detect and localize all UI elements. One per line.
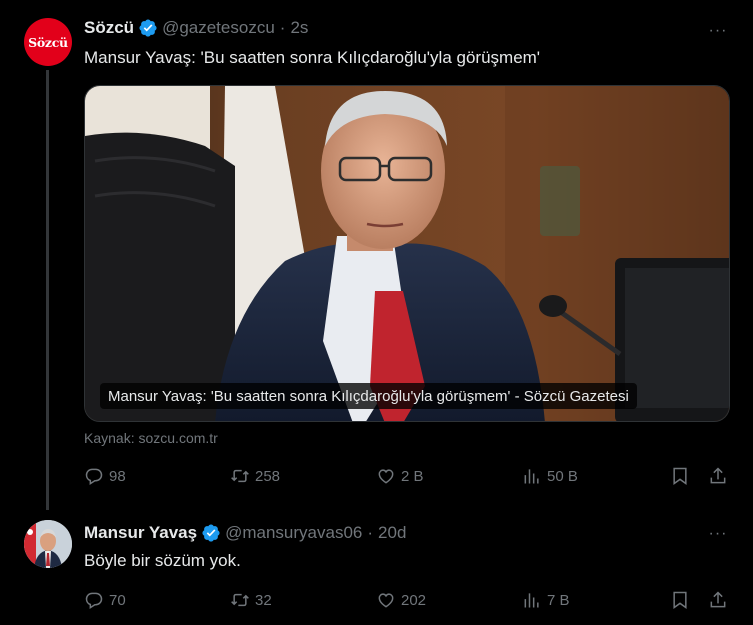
like-count: 202	[401, 591, 427, 609]
bookmark-icon	[673, 591, 687, 609]
more-icon[interactable]: ···	[707, 20, 729, 42]
retweet-count: 32	[255, 591, 272, 609]
like-count: 2 B	[401, 467, 424, 485]
bookmark-button[interactable]	[670, 590, 695, 610]
reply-icon	[85, 592, 103, 609]
share-button[interactable]	[708, 590, 733, 610]
retweet-icon	[231, 593, 249, 607]
timestamp[interactable]: 20d	[378, 523, 406, 543]
like-icon	[378, 593, 394, 608]
views-icon	[524, 593, 539, 608]
share-icon	[710, 591, 726, 608]
more-icon[interactable]: ···	[707, 523, 729, 545]
tweet-header-2: Mansur Yavaş @mansuryavas06 · 20d	[84, 523, 406, 543]
reply-button[interactable]: 98	[84, 466, 126, 486]
views-count: 50 B	[547, 467, 578, 485]
tweet-text: Böyle bir sözüm yok.	[84, 551, 241, 570]
separator-dot: ·	[279, 18, 286, 37]
display-name[interactable]: Sözcü	[84, 18, 134, 38]
display-name[interactable]: Mansur Yavaş	[84, 523, 197, 543]
views-button[interactable]: 50 B	[522, 466, 578, 486]
reply-button[interactable]: 70	[84, 590, 126, 610]
card-source[interactable]: Kaynak: sozcu.com.tr	[84, 430, 218, 446]
card-caption: Mansur Yavaş: 'Bu saatten sonra Kılıçdar…	[100, 383, 637, 409]
like-button[interactable]: 2 B	[376, 466, 424, 486]
reply-count: 98	[109, 467, 126, 485]
action-bar: 98 258 2 B 50 B	[84, 466, 730, 488]
views-icon	[524, 469, 539, 484]
avatar-logo-text: Sözcü	[28, 34, 68, 50]
timestamp[interactable]: 2s	[290, 18, 308, 38]
share-button[interactable]	[708, 466, 733, 486]
avatar-photo	[24, 520, 72, 568]
reply-count: 70	[109, 591, 126, 609]
retweet-icon	[231, 469, 249, 483]
retweet-button[interactable]: 32	[230, 590, 272, 610]
card-photo	[85, 86, 729, 421]
like-button[interactable]: 202	[376, 590, 426, 610]
like-icon	[378, 469, 394, 484]
tweet-text: Mansur Yavaş: 'Bu saatten sonra Kılıçdar…	[84, 48, 541, 67]
handle[interactable]: @mansuryavas06	[225, 523, 362, 543]
action-bar: 70 32 202 7 B	[84, 590, 730, 612]
link-card[interactable]	[84, 85, 730, 422]
bookmark-icon	[673, 467, 687, 485]
avatar-sozcu[interactable]: Sözcü	[24, 18, 72, 66]
tweet-sozcu[interactable]: Sözcü Sözcü @gazetesozcu · 2s ··· Mansur…	[0, 0, 753, 510]
verified-badge-icon	[201, 523, 221, 543]
views-button[interactable]: 7 B	[522, 590, 570, 610]
bookmark-button[interactable]	[670, 466, 695, 486]
views-count: 7 B	[547, 591, 570, 609]
verified-badge-icon	[138, 18, 158, 38]
handle[interactable]: @gazetesozcu	[162, 18, 275, 38]
retweet-count: 258	[255, 467, 281, 485]
retweet-button[interactable]: 258	[230, 466, 280, 486]
reply-icon	[85, 468, 103, 485]
separator-dot: ·	[367, 523, 374, 542]
avatar-mansur-yavas[interactable]	[24, 520, 72, 568]
tweet-header: Sözcü @gazetesozcu · 2s	[84, 18, 308, 38]
share-icon	[710, 467, 726, 484]
thread-connector-line	[46, 70, 49, 510]
